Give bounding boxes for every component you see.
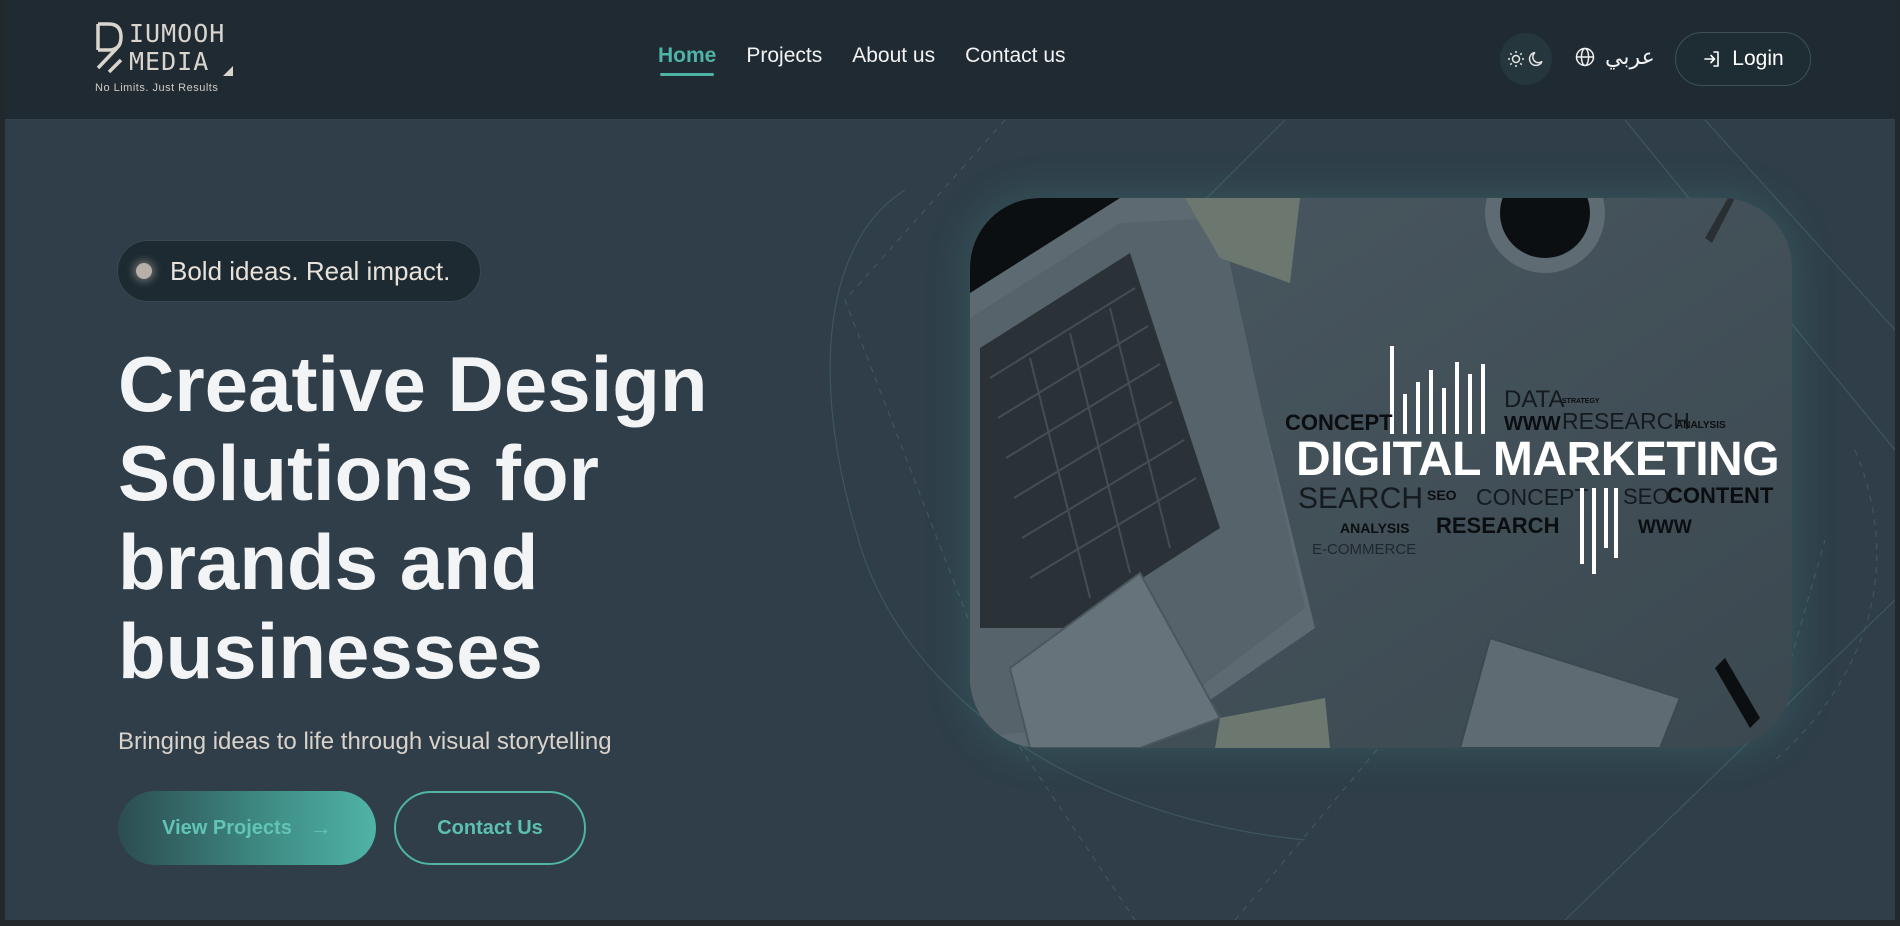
login-button[interactable]: Login bbox=[1675, 32, 1811, 86]
moon-icon bbox=[1528, 51, 1543, 67]
hero-title-line: businesses bbox=[118, 607, 543, 695]
page-frame: IUMOOH MEDIA No Limits. Just Results Hom… bbox=[5, 0, 1895, 920]
logo-corner-icon bbox=[223, 66, 233, 76]
logo-line2: MEDIA bbox=[129, 47, 210, 76]
arrow-right-icon: → bbox=[309, 815, 332, 840]
sun-icon bbox=[1507, 51, 1524, 67]
nav-home[interactable]: Home bbox=[658, 44, 716, 76]
language-switcher[interactable]: عربي bbox=[1575, 44, 1655, 70]
hero-title-line: brands and bbox=[118, 518, 539, 606]
hero-title-line: Creative Design bbox=[118, 340, 708, 428]
logo-tagline: No Limits. Just Results bbox=[95, 82, 219, 94]
wordcloud-word: STRATEGY bbox=[1562, 398, 1600, 405]
login-label: Login bbox=[1732, 47, 1784, 70]
logo-mark-icon bbox=[96, 22, 123, 74]
wordcloud-word: WWW bbox=[1638, 517, 1692, 538]
hero-title: Creative Design Solutions for brands and… bbox=[118, 340, 818, 696]
wordcloud-word: E-COMMERCE bbox=[1312, 541, 1417, 558]
brand-logo[interactable]: IUMOOH MEDIA No Limits. Just Results bbox=[95, 20, 235, 100]
top-navbar: IUMOOH MEDIA No Limits. Just Results Hom… bbox=[5, 0, 1895, 120]
wordcloud-headline: DIGITAL MARKETING bbox=[1296, 433, 1780, 486]
globe-icon bbox=[1575, 47, 1595, 67]
view-projects-label: View Projects bbox=[162, 816, 292, 839]
logo-wordmark: IUMOOH MEDIA bbox=[129, 20, 225, 76]
hero-title-line: Solutions for bbox=[118, 429, 599, 517]
wordcloud-word: ANALYSIS bbox=[1340, 520, 1410, 536]
main-nav: Home Projects About us Contact us bbox=[658, 44, 1096, 76]
wordcloud-word: RESEARCH bbox=[1562, 408, 1690, 434]
wordcloud-word: WWW bbox=[1504, 413, 1561, 435]
language-label: عربي bbox=[1605, 44, 1655, 69]
wordcloud-word: CONTENT bbox=[1667, 483, 1774, 508]
wordcloud-word: CONCEPT bbox=[1476, 484, 1589, 510]
hero-subtitle: Bringing ideas to life through visual st… bbox=[118, 728, 612, 755]
contact-us-button[interactable]: Contact Us bbox=[394, 791, 586, 865]
wordcloud-word: DATA bbox=[1504, 386, 1565, 413]
login-icon bbox=[1704, 51, 1720, 67]
wordcloud-word: SEARCH bbox=[1298, 482, 1424, 515]
nav-projects[interactable]: Projects bbox=[746, 44, 822, 68]
wordcloud-word: ANALYSIS bbox=[1676, 420, 1726, 431]
nav-about-us[interactable]: About us bbox=[852, 44, 935, 68]
badge-text: Bold ideas. Real impact. bbox=[170, 255, 451, 286]
wordcloud-word: CONCEPT bbox=[1285, 410, 1393, 435]
logo-line1: IUMOOH bbox=[129, 19, 226, 48]
contact-us-label: Contact Us bbox=[437, 816, 543, 839]
badge-dot-icon bbox=[136, 263, 152, 279]
view-projects-button[interactable]: View Projects → bbox=[118, 791, 376, 865]
hero-badge: Bold ideas. Real impact. bbox=[117, 240, 481, 302]
wordcloud-word: SEO bbox=[1623, 484, 1670, 509]
theme-toggle-button[interactable] bbox=[1500, 33, 1552, 85]
wordcloud-word: SEO bbox=[1427, 487, 1457, 503]
nav-contact-us[interactable]: Contact us bbox=[965, 44, 1065, 68]
wordcloud-word: RESEARCH bbox=[1436, 513, 1560, 538]
hero-image: DATA STRATEGY CONCEPT WWW RESEARCH ANALY… bbox=[970, 198, 1792, 748]
